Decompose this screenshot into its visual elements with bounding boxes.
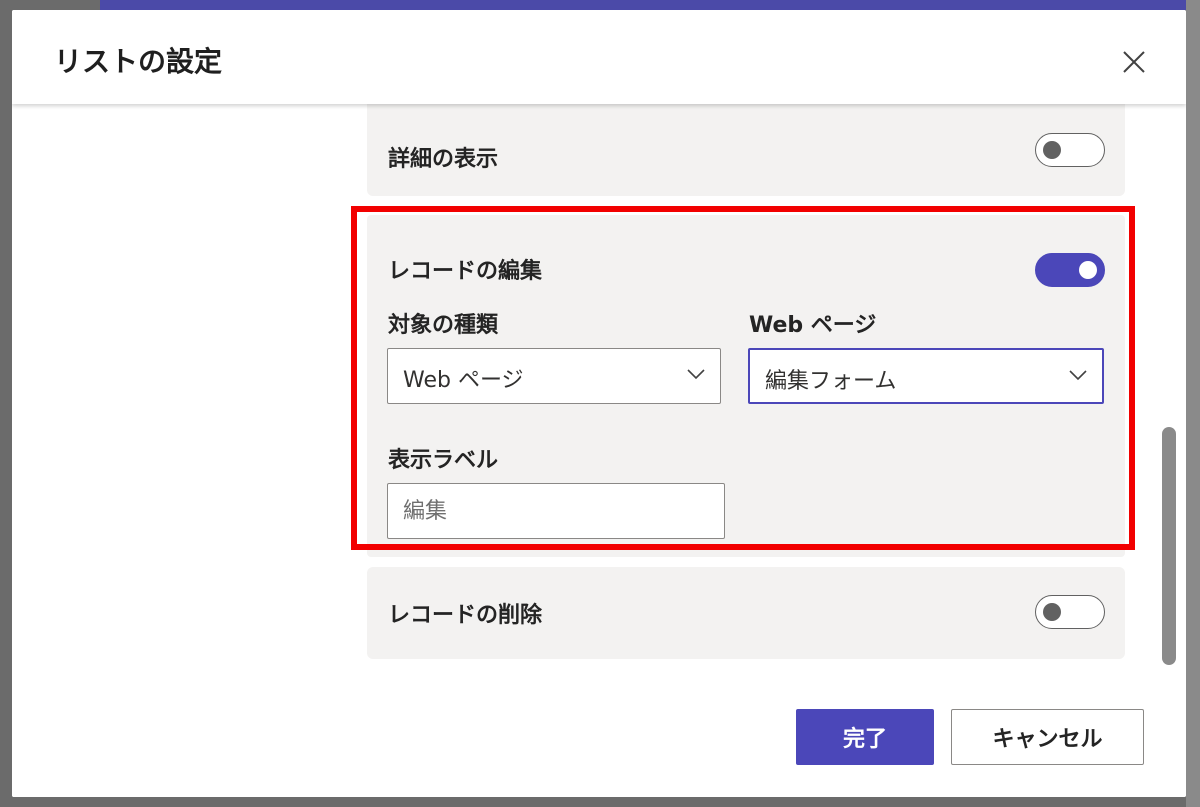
web-page-label: Web ページ (749, 313, 877, 338)
close-icon (1123, 51, 1145, 73)
close-button[interactable] (1118, 46, 1150, 78)
delete-record-toggle[interactable] (1035, 595, 1105, 629)
details-toggle[interactable] (1035, 133, 1105, 167)
toggle-knob (1079, 261, 1097, 279)
dialog-header: リストの設定 (12, 10, 1186, 104)
delete-record-label: レコードの削除 (388, 603, 543, 628)
edit-record-toggle[interactable] (1035, 253, 1105, 287)
web-page-select[interactable]: 編集フォーム (748, 348, 1104, 404)
vertical-scrollbar[interactable] (1162, 427, 1176, 665)
list-settings-dialog: リストの設定 詳細の表示 レコードの編集 対象の種類 Web ページ Web ペ… (12, 10, 1186, 797)
chevron-down-icon (1069, 370, 1087, 381)
details-setting-card: 詳細の表示 (367, 104, 1125, 196)
background-toolbar (100, 0, 1200, 10)
edit-record-card: レコードの編集 対象の種類 Web ページ Web ページ 編集フォーム 表示ラ… (367, 215, 1125, 557)
background-edge (1186, 0, 1200, 807)
edit-record-label: レコードの編集 (388, 259, 543, 284)
display-label-label: 表示ラベル (388, 448, 499, 473)
dialog-title: リストの設定 (54, 45, 223, 78)
web-page-value: 編集フォーム (765, 369, 897, 394)
chevron-down-icon (687, 369, 705, 380)
target-type-value: Web ページ (403, 368, 524, 393)
target-type-label: 対象の種類 (388, 313, 499, 338)
toggle-knob (1043, 141, 1061, 159)
details-label: 詳細の表示 (388, 147, 499, 172)
done-button[interactable]: 完了 (796, 709, 934, 765)
dialog-body: 詳細の表示 レコードの編集 対象の種類 Web ページ Web ページ 編集フォ… (12, 104, 1186, 797)
target-type-select[interactable]: Web ページ (387, 348, 721, 404)
toggle-knob (1043, 603, 1061, 621)
cancel-button[interactable]: キャンセル (951, 709, 1144, 765)
display-label-input[interactable] (387, 483, 725, 539)
delete-record-card: レコードの削除 (367, 567, 1125, 659)
